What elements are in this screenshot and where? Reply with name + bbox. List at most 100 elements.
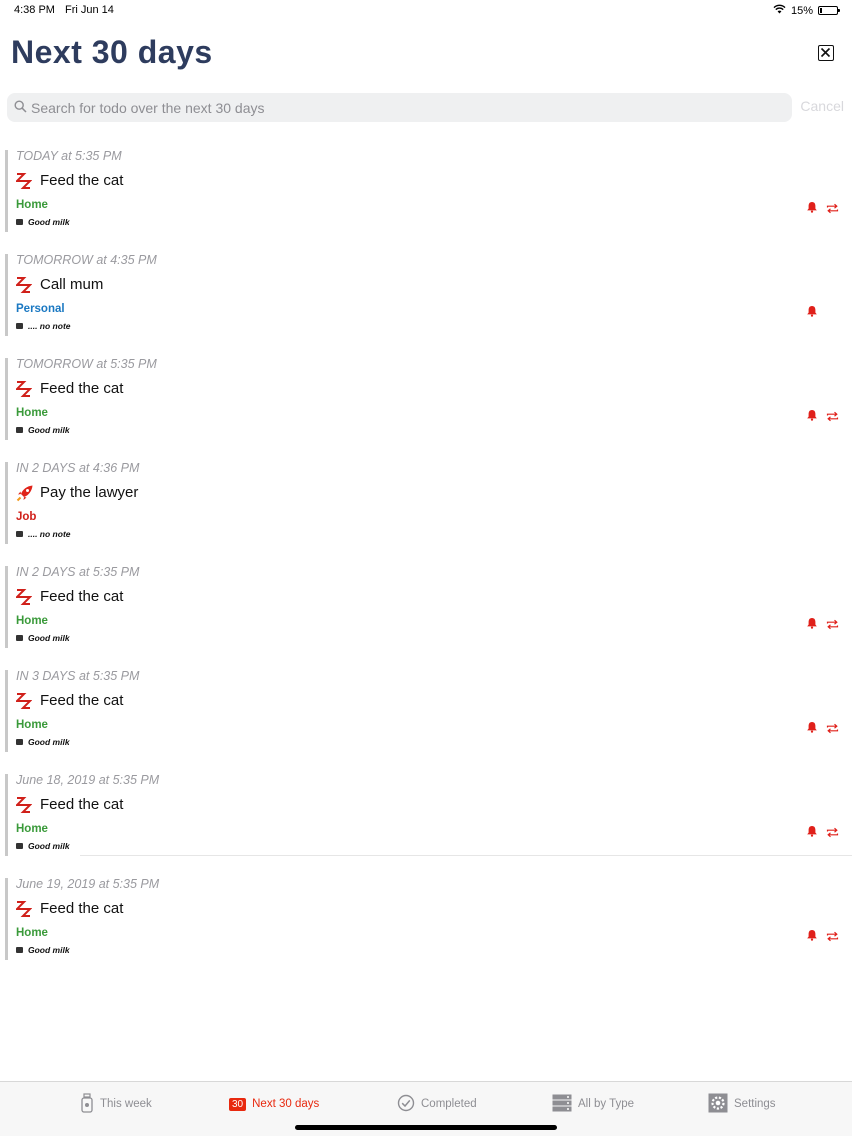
status-time: 4:38 PM bbox=[14, 4, 55, 16]
zz-icon bbox=[14, 276, 34, 294]
tab-label: Settings bbox=[734, 1098, 776, 1110]
zz-icon bbox=[14, 900, 34, 918]
todo-list: TODAY at 5:35 PM Feed the cat Home Good mil… bbox=[0, 144, 852, 976]
bell-icon bbox=[806, 304, 818, 322]
server-icon bbox=[552, 1094, 572, 1115]
gear-icon bbox=[708, 1093, 728, 1116]
search-icon bbox=[14, 100, 27, 118]
note-icon bbox=[16, 427, 23, 433]
note-icon bbox=[16, 531, 23, 537]
todo-title: Call mum bbox=[40, 276, 104, 293]
todo-due-date: TOMORROW at 4:35 PM bbox=[16, 253, 157, 267]
todo-item[interactable]: June 18, 2019 at 5:35 PM Feed the cat Home… bbox=[0, 768, 852, 872]
todo-item[interactable]: IN 3 DAYS at 5:35 PM Feed the cat Home Good… bbox=[0, 664, 852, 768]
note-icon bbox=[16, 947, 23, 953]
zz-icon bbox=[14, 588, 34, 606]
zz-icon bbox=[14, 172, 34, 190]
todo-title: Feed the cat bbox=[40, 900, 124, 917]
battery-fill bbox=[820, 8, 822, 13]
note-icon bbox=[16, 843, 23, 849]
status-bar: 4:38 PM Fri Jun 14 15% bbox=[0, 0, 852, 22]
zz-icon bbox=[14, 692, 34, 710]
todo-color-bar bbox=[5, 462, 8, 544]
repeat-icon bbox=[826, 409, 839, 427]
status-date: Fri Jun 14 bbox=[64, 4, 114, 16]
todo-color-bar bbox=[5, 358, 8, 440]
todo-due-date: June 18, 2019 at 5:35 PM bbox=[16, 773, 160, 787]
todo-category: Home bbox=[16, 615, 48, 627]
todo-item[interactable]: TODAY at 5:35 PM Feed the cat Home Good mil… bbox=[0, 144, 852, 248]
repeat-icon bbox=[826, 201, 839, 219]
note-icon bbox=[16, 635, 23, 641]
search-bar bbox=[7, 93, 792, 122]
home-indicator bbox=[295, 1125, 557, 1130]
todo-note: Good milk bbox=[28, 425, 70, 435]
close-button[interactable] bbox=[818, 45, 834, 61]
todo-title: Feed the cat bbox=[40, 172, 124, 189]
todo-due-date: IN 2 DAYS at 4:36 PM bbox=[16, 461, 140, 475]
todo-item[interactable]: IN 2 DAYS at 5:35 PM Feed the cat Home Good… bbox=[0, 560, 852, 664]
todo-color-bar bbox=[5, 254, 8, 336]
tab-label: Completed bbox=[421, 1098, 477, 1110]
wifi-icon bbox=[773, 4, 786, 17]
bell-icon bbox=[806, 720, 818, 738]
cancel-button[interactable]: Cancel bbox=[800, 98, 844, 114]
todo-item[interactable]: TOMORROW at 5:35 PM Feed the cat Home Good … bbox=[0, 352, 852, 456]
todo-item[interactable]: June 19, 2019 at 5:35 PM Feed the cat Home… bbox=[0, 872, 852, 976]
todo-due-date: IN 2 DAYS at 5:35 PM bbox=[16, 565, 140, 579]
todo-note: Good milk bbox=[28, 945, 70, 955]
todo-note: Good milk bbox=[28, 737, 70, 747]
rocket-icon bbox=[16, 484, 34, 502]
note-icon bbox=[16, 323, 23, 329]
todo-category: Home bbox=[16, 407, 48, 419]
close-icon bbox=[820, 47, 831, 58]
page-title: Next 30 days bbox=[11, 34, 213, 70]
todo-title: Feed the cat bbox=[40, 380, 124, 397]
todo-title: Pay the lawyer bbox=[40, 484, 139, 501]
todo-category: Home bbox=[16, 199, 48, 211]
battery-icon bbox=[818, 6, 840, 15]
battery-percent: 15% bbox=[790, 4, 813, 17]
todo-title: Feed the cat bbox=[40, 796, 124, 813]
repeat-icon bbox=[826, 721, 839, 739]
tab-all-by-type[interactable]: All by Type bbox=[552, 1094, 634, 1114]
bottle-icon bbox=[80, 1092, 94, 1116]
bell-icon bbox=[806, 408, 818, 426]
todo-item[interactable]: TOMORROW at 4:35 PM Call mum Personal .... … bbox=[0, 248, 852, 352]
todo-due-date: June 19, 2019 at 5:35 PM bbox=[16, 877, 160, 891]
zz-icon bbox=[14, 796, 34, 814]
todo-title: Feed the cat bbox=[40, 588, 124, 605]
todo-note: Good milk bbox=[28, 217, 70, 227]
todo-note: .... no note bbox=[28, 529, 71, 539]
todo-note: Good milk bbox=[28, 633, 70, 643]
zz-icon bbox=[14, 380, 34, 398]
bell-icon bbox=[806, 200, 818, 218]
check-circle-icon bbox=[397, 1094, 415, 1115]
list-divider bbox=[80, 855, 852, 856]
todo-item[interactable]: IN 2 DAYS at 4:36 PM Pay the lawyer Job...… bbox=[0, 456, 852, 560]
repeat-icon bbox=[826, 617, 839, 635]
todo-category: Personal bbox=[16, 303, 65, 315]
todo-title: Feed the cat bbox=[40, 692, 124, 709]
todo-color-bar bbox=[5, 670, 8, 752]
bell-icon bbox=[806, 928, 818, 946]
note-icon bbox=[16, 219, 23, 225]
tab-this-week[interactable]: This week bbox=[80, 1092, 152, 1116]
tab-next-30-days[interactable]: 30 Next 30 days bbox=[229, 1094, 319, 1114]
todo-due-date: TODAY at 5:35 PM bbox=[16, 149, 122, 163]
todo-color-bar bbox=[5, 774, 8, 856]
repeat-icon bbox=[826, 825, 839, 843]
todo-color-bar bbox=[5, 150, 8, 232]
todo-category: Home bbox=[16, 823, 48, 835]
note-icon bbox=[16, 739, 23, 745]
repeat-icon bbox=[826, 929, 839, 947]
todo-due-date: IN 3 DAYS at 5:35 PM bbox=[16, 669, 140, 683]
todo-note: .... no note bbox=[28, 321, 71, 331]
tab-completed[interactable]: Completed bbox=[397, 1094, 477, 1114]
tab-label: All by Type bbox=[578, 1098, 635, 1110]
tab-label: Next 30 days bbox=[252, 1098, 320, 1110]
bell-icon bbox=[806, 824, 818, 842]
tab-settings[interactable]: Settings bbox=[708, 1093, 776, 1116]
search-input[interactable] bbox=[31, 93, 771, 122]
todo-category: Home bbox=[16, 719, 48, 731]
